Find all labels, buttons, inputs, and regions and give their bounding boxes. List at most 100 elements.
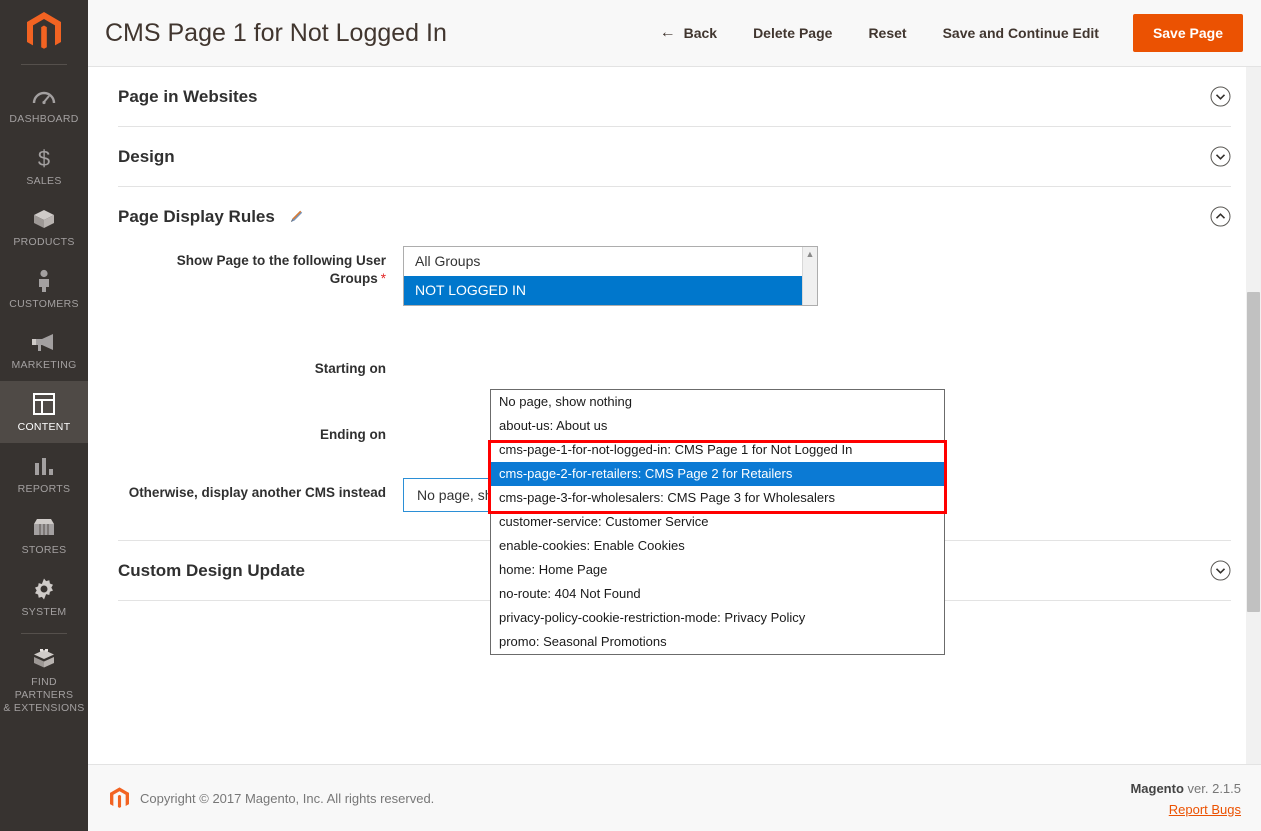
magento-logo-icon [110, 786, 129, 808]
dropdown-option[interactable]: about-us: About us [491, 414, 944, 438]
page-footer: Copyright © 2017 Magento, Inc. All right… [88, 764, 1261, 831]
sidebar-item-label: STORES [21, 544, 67, 557]
multiselect-scrollbar[interactable]: ▲ [802, 247, 817, 305]
section-title: Page in Websites [118, 86, 258, 106]
user-groups-multiselect[interactable]: All Groups NOT LOGGED IN ▲ [403, 246, 818, 306]
chevron-down-icon[interactable] [1210, 560, 1231, 581]
page-header: CMS Page 1 for Not Logged In ← Back Dele… [88, 0, 1261, 67]
dropdown-option[interactable]: customer-service: Customer Service [491, 510, 944, 534]
content-area: Page in Websites Design Page Display Rul… [88, 67, 1261, 764]
starting-on-label: Starting on [314, 361, 386, 376]
dropdown-option[interactable]: cms-page-1-for-not-logged-in: CMS Page 1… [491, 438, 944, 462]
bar-chart-icon [32, 453, 56, 479]
page-title: CMS Page 1 for Not Logged In [105, 18, 447, 47]
reset-button[interactable]: Reset [850, 17, 924, 49]
sidebar-divider [21, 64, 67, 65]
sidebar-divider-bottom [21, 633, 67, 635]
section-header-design[interactable]: Design [118, 127, 1231, 186]
fallback-page-label: Otherwise, display another CMS instead [128, 485, 386, 500]
sidebar-item-label: REPORTS [17, 482, 71, 495]
chevron-down-icon[interactable] [1210, 146, 1231, 167]
required-marker: * [380, 270, 386, 286]
ending-on-label: Ending on [320, 427, 386, 442]
sidebar-item-label: FIND PARTNERS & EXTENSIONS [3, 676, 85, 714]
user-groups-label: Show Page to the following User Groups * [176, 253, 386, 286]
magento-logo-glyph [27, 12, 61, 49]
gear-icon [32, 576, 56, 602]
main-sidebar: DASHBOARD $ SALES PRODUCTS CUSTOMERS MAR… [0, 0, 88, 831]
megaphone-icon [31, 329, 57, 355]
sidebar-item-stores[interactable]: STORES [0, 504, 88, 566]
dropdown-option[interactable]: cms-page-3-for-wholesalers: CMS Page 3 f… [491, 486, 944, 510]
report-bugs-link[interactable]: Report Bugs [1130, 802, 1241, 817]
dropdown-option[interactable]: no-route: 404 Not Found [491, 582, 944, 606]
dropdown-option[interactable]: home: Home Page [491, 558, 944, 582]
sidebar-item-products[interactable]: PRODUCTS [0, 196, 88, 258]
delete-page-button[interactable]: Delete Page [735, 17, 850, 49]
version-number: ver. 2.1.5 [1183, 780, 1241, 796]
layout-panel-icon [32, 391, 56, 417]
multiselect-option-selected[interactable]: NOT LOGGED IN [404, 276, 817, 305]
multiselect-option[interactable]: All Groups [404, 247, 817, 276]
person-icon [36, 268, 52, 294]
form-row-starting-on: Starting on [118, 354, 1231, 388]
save-page-button[interactable]: Save Page [1132, 14, 1243, 52]
footer-left: Copyright © 2017 Magento, Inc. All right… [110, 786, 435, 810]
section-header-page-in-websites[interactable]: Page in Websites [118, 67, 1231, 126]
version-text: Magento ver. 2.1.5 [1130, 781, 1241, 796]
footer-right: Magento ver. 2.1.5 Report Bugs [1130, 780, 1241, 817]
arrow-left-icon: ← [659, 24, 676, 41]
pencil-icon[interactable] [288, 208, 305, 225]
dollar-sign-icon: $ [34, 145, 54, 171]
sidebar-item-label: MARKETING [11, 359, 77, 372]
sidebar-item-label: SALES [26, 174, 62, 187]
starting-on-control [403, 354, 858, 388]
sidebar-item-label: CONTENT [17, 420, 71, 433]
sidebar-item-customers[interactable]: CUSTOMERS [0, 258, 88, 320]
sidebar-item-label: CUSTOMERS [9, 297, 79, 310]
section-title: Design [118, 146, 175, 166]
section-title: Custom Design Update [118, 560, 306, 580]
dropdown-option[interactable]: No page, show nothing [491, 390, 944, 414]
section-page-in-websites: Page in Websites [118, 67, 1231, 127]
dropdown-option-selected[interactable]: cms-page-2-for-retailers: CMS Page 2 for… [491, 462, 944, 486]
dashboard-gauge-icon [32, 83, 56, 109]
sidebar-item-system[interactable]: SYSTEM [0, 566, 88, 628]
sidebar-item-marketing[interactable]: MARKETING [0, 319, 88, 381]
form-row-user-groups: Show Page to the following User Groups * … [118, 246, 1231, 306]
user-groups-control: All Groups NOT LOGGED IN ▲ [403, 246, 818, 306]
sidebar-item-reports[interactable]: REPORTS [0, 443, 88, 505]
save-and-continue-edit-button[interactable]: Save and Continue Edit [925, 17, 1117, 49]
scroll-up-arrow-icon: ▲ [805, 249, 815, 259]
magento-logo-icon[interactable] [27, 0, 61, 62]
cms-page-dropdown-list[interactable]: No page, show nothing about-us: About us… [490, 389, 945, 655]
main-region: CMS Page 1 for Not Logged In ← Back Dele… [88, 0, 1261, 831]
chevron-down-icon[interactable] [1210, 86, 1231, 107]
sidebar-item-content[interactable]: CONTENT [0, 380, 88, 443]
sidebar-item-dashboard[interactable]: DASHBOARD [0, 73, 88, 135]
dropdown-option[interactable]: privacy-policy-cookie-restriction-mode: … [491, 606, 944, 630]
sidebar-item-label: SYSTEM [21, 605, 67, 618]
sidebar-item-label: DASHBOARD [9, 113, 79, 125]
section-design: Design [118, 127, 1231, 187]
chevron-up-icon[interactable] [1210, 206, 1231, 227]
back-button[interactable]: ← Back [650, 17, 735, 49]
dropdown-option[interactable]: promo: Seasonal Promotions [491, 630, 944, 654]
sidebar-item-sales[interactable]: $ SALES [0, 135, 88, 197]
dropdown-option[interactable]: enable-cookies: Enable Cookies [491, 534, 944, 558]
section-title: Page Display Rules [118, 206, 275, 226]
back-button-label: Back [683, 25, 718, 41]
sidebar-item-find-partners-extensions[interactable]: FIND PARTNERS & EXTENSIONS [0, 636, 88, 723]
brand-name: Magento [1130, 780, 1184, 796]
box-icon [32, 206, 56, 232]
extension-box-icon [31, 646, 57, 672]
svg-text:$: $ [38, 146, 50, 170]
scrollbar-thumb[interactable] [1247, 292, 1260, 612]
admin-page: DASHBOARD $ SALES PRODUCTS CUSTOMERS MAR… [0, 0, 1261, 831]
sidebar-item-label: PRODUCTS [13, 236, 75, 249]
content-scrollbar[interactable] [1246, 67, 1261, 764]
copyright-text: Copyright © 2017 Magento, Inc. All right… [140, 790, 435, 806]
section-header-page-display-rules[interactable]: Page Display Rules [118, 187, 1231, 246]
header-actions: ← Back Delete Page Reset Save and Contin… [650, 14, 1243, 52]
